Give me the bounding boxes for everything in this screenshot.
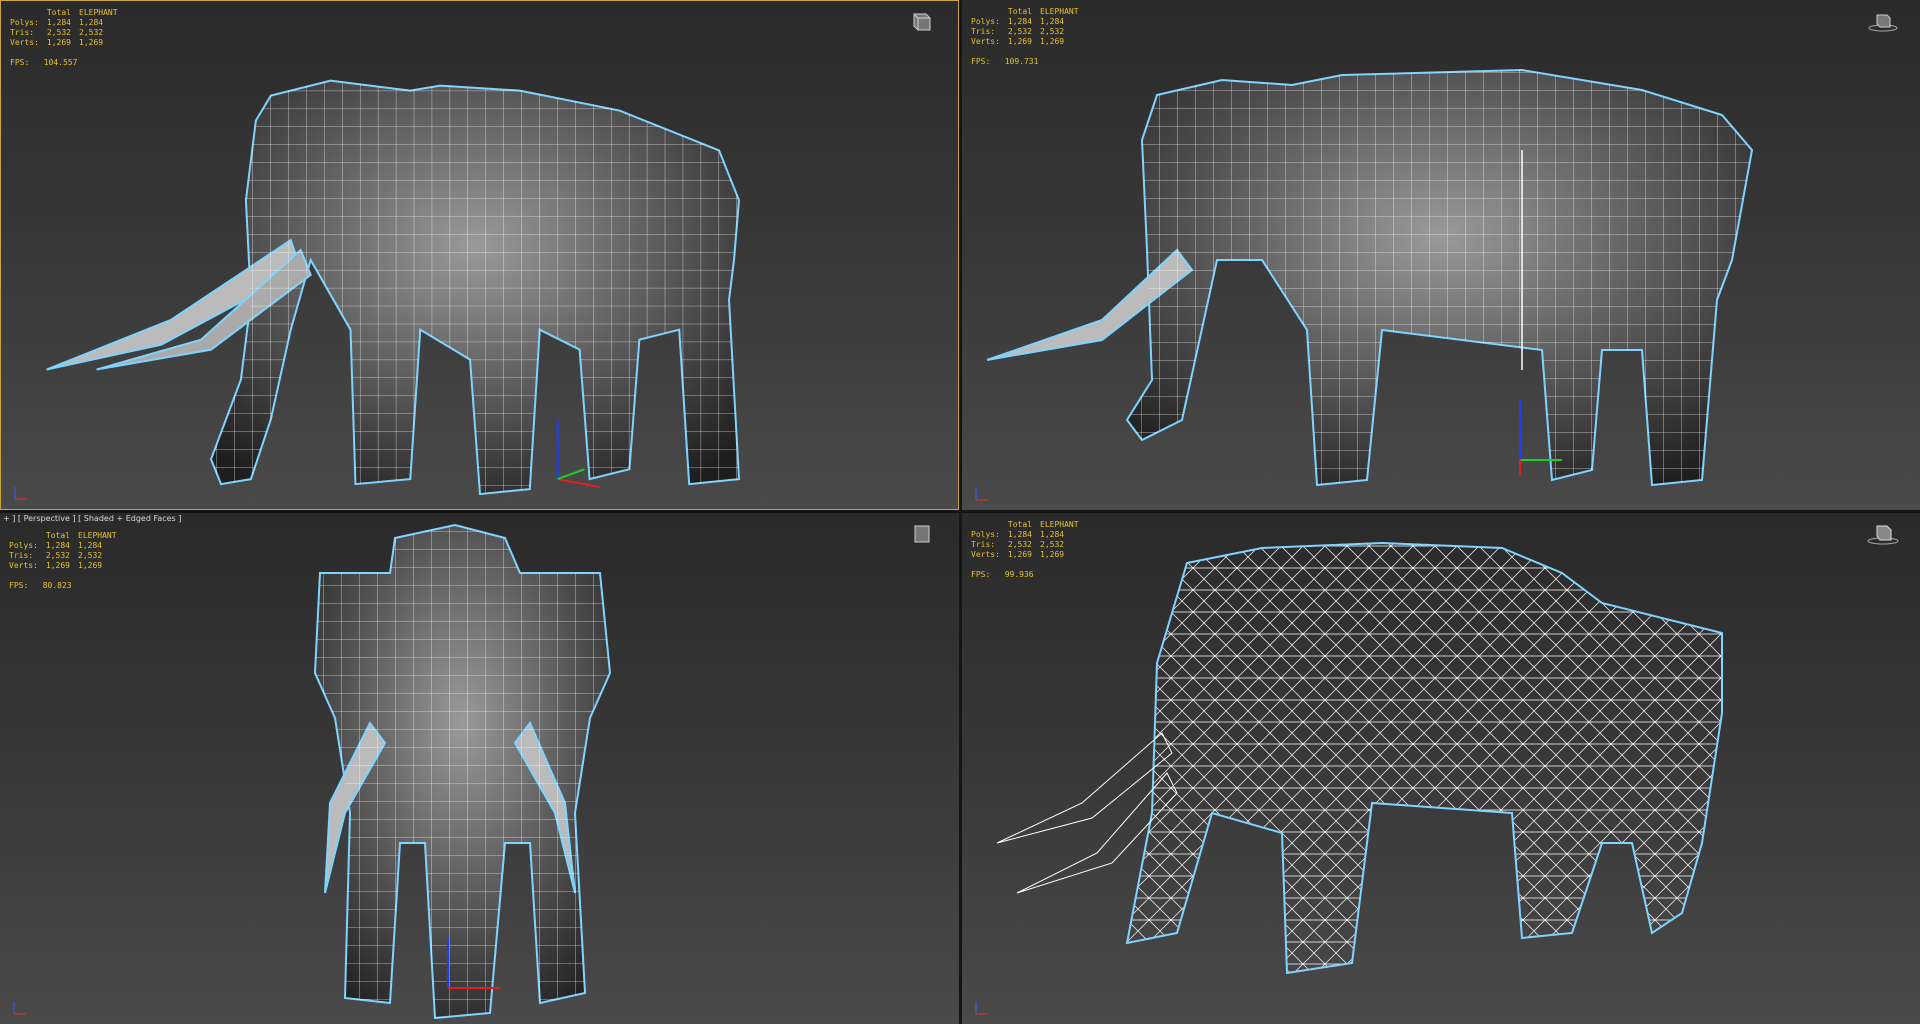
stats-label-verts: Verts:	[9, 561, 38, 570]
stats-label-polys: Polys:	[971, 17, 1000, 26]
stats-value: 2,532	[78, 551, 103, 560]
stats-overlay: Total ELEPHANT Polys: 1,284 1,284 Tris: 2,53…	[10, 8, 126, 68]
stats-overlay: Total ELEPHANT Polys: 1,284 1,284 Tris: 2,53…	[971, 520, 1087, 580]
stats-value: 2,532	[1040, 540, 1065, 549]
stats-overlay: Total ELEPHANT Polys: 1,284 1,284 Tris: 2,53…	[9, 531, 125, 591]
stats-label-verts: Verts:	[971, 37, 1000, 46]
viewport-label-menu[interactable]: + ] [ Perspective ] [ Shaded + Edged Fac…	[3, 513, 181, 525]
stats-value: 1,284	[46, 18, 71, 27]
fps-value: 99.936	[1004, 570, 1034, 579]
axis-tripod-icon	[14, 487, 27, 500]
elephant-mesh-icon	[46, 79, 741, 496]
stats-label-polys: Polys:	[9, 541, 38, 550]
stats-label-tris: Tris:	[971, 27, 996, 36]
stats-value: 1,284	[1040, 530, 1065, 539]
stats-value: 1,269	[1007, 37, 1032, 46]
stats-col-total: Total	[1007, 7, 1032, 16]
viewcube-icon[interactable]	[1866, 522, 1900, 546]
axis-tripod-icon	[975, 488, 988, 501]
stats-value: 2,532	[79, 28, 104, 37]
stats-value: 1,269	[46, 38, 71, 47]
fps-value: 109.731	[1004, 57, 1039, 66]
fps-value: 104.557	[43, 58, 78, 67]
stats-label-polys: Polys:	[10, 18, 39, 27]
stats-col-total: Total	[45, 531, 70, 540]
elephant-mesh-icon	[996, 541, 1723, 975]
stats-col-object: ELEPHANT	[1040, 7, 1079, 16]
stats-value: 2,532	[1007, 27, 1032, 36]
stats-label-verts: Verts:	[971, 550, 1000, 559]
stats-label-tris: Tris:	[9, 551, 34, 560]
stats-col-total: Total	[46, 8, 71, 17]
stats-value: 2,532	[46, 28, 71, 37]
viewcube-icon[interactable]	[1866, 9, 1900, 33]
fps-label: FPS:	[9, 581, 29, 590]
stats-value: 1,284	[1040, 17, 1065, 26]
stats-value: 1,284	[45, 541, 70, 550]
elephant-mesh-icon	[313, 523, 612, 1020]
stats-value: 1,269	[45, 561, 70, 570]
stats-value: 2,532	[1007, 540, 1032, 549]
stats-col-object: ELEPHANT	[78, 531, 117, 540]
stats-value: 1,284	[1007, 530, 1032, 539]
stats-col-object: ELEPHANT	[1040, 520, 1079, 529]
stats-value: 1,269	[1007, 550, 1032, 559]
stats-value: 1,269	[79, 38, 104, 47]
stats-col-total: Total	[1007, 520, 1032, 529]
stats-value: 2,532	[1040, 27, 1065, 36]
viewport-top-left[interactable]: Total ELEPHANT Polys: 1,284 1,284 Tris: 2,53…	[0, 0, 959, 510]
viewport-top-right[interactable]: Total ELEPHANT Polys: 1,284 1,284 Tris: 2,53…	[962, 0, 1920, 510]
stats-label-tris: Tris:	[971, 540, 996, 549]
fps-value: 80.823	[42, 581, 72, 590]
viewcube-icon[interactable]	[905, 522, 939, 546]
stats-value: 1,269	[1040, 550, 1065, 559]
fps-label: FPS:	[10, 58, 30, 67]
stats-value: 2,532	[45, 551, 70, 560]
viewport-bottom-left[interactable]: + ] [ Perspective ] [ Shaded + Edged Fac…	[0, 513, 959, 1024]
stats-label-verts: Verts:	[10, 38, 39, 47]
stats-value: 1,284	[1007, 17, 1032, 26]
fps-label: FPS:	[971, 57, 991, 66]
stats-value: 1,269	[1040, 37, 1065, 46]
axis-tripod-icon	[975, 1002, 988, 1015]
viewcube-icon[interactable]	[904, 10, 938, 34]
elephant-mesh-icon	[986, 68, 1754, 487]
stats-label-polys: Polys:	[971, 530, 1000, 539]
stats-value: 1,269	[78, 561, 103, 570]
stats-overlay: Total ELEPHANT Polys: 1,284 1,284 Tris: 2,53…	[971, 7, 1087, 67]
fps-label: FPS:	[971, 570, 991, 579]
stats-col-object: ELEPHANT	[79, 8, 118, 17]
stats-value: 1,284	[79, 18, 104, 27]
stats-label-tris: Tris:	[10, 28, 35, 37]
viewport-bottom-right[interactable]: Total ELEPHANT Polys: 1,284 1,284 Tris: 2,53…	[962, 513, 1920, 1024]
stats-value: 1,284	[78, 541, 103, 550]
axis-tripod-icon	[13, 1002, 26, 1015]
